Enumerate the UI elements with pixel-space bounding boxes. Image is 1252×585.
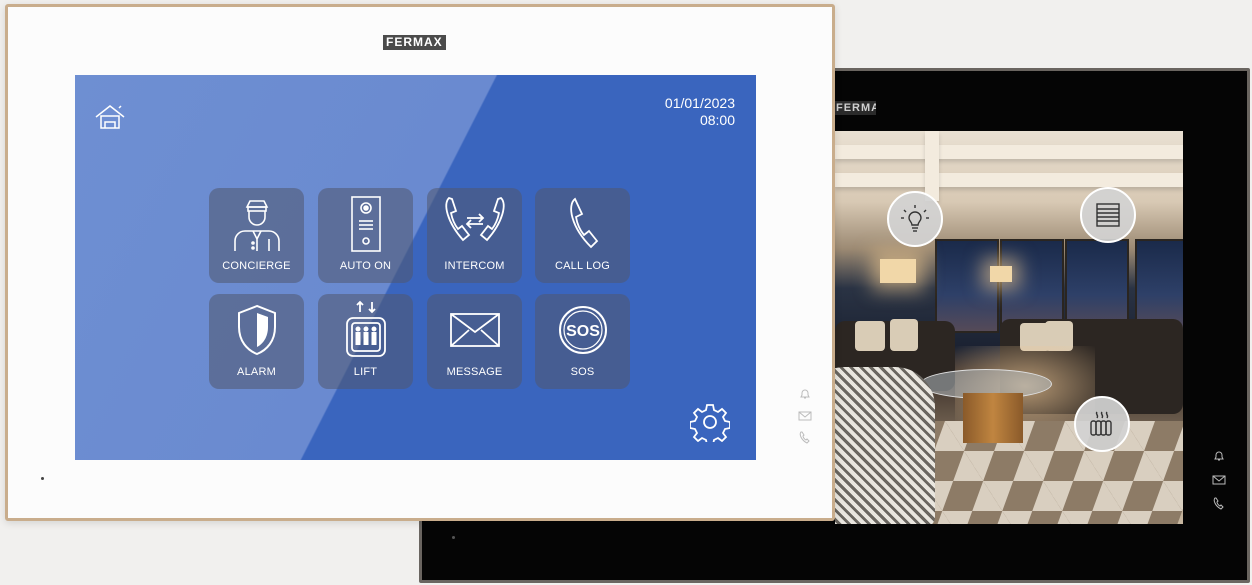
envelope-icon: [449, 313, 500, 347]
concierge-icon: [233, 200, 280, 251]
envelope-icon[interactable]: [1212, 473, 1226, 487]
ceiling-beam: [835, 145, 1183, 159]
pillow: [855, 321, 885, 351]
radiator-icon: [1090, 411, 1112, 436]
date-time-display: 01/01/2023 08:00: [665, 95, 735, 129]
pillow: [890, 319, 918, 351]
tile-auto-on[interactable]: AUTO ON: [318, 188, 413, 283]
tile-message[interactable]: MESSAGE: [427, 294, 522, 389]
tile-label: MESSAGE: [446, 366, 503, 378]
tile-lift[interactable]: LIFT: [318, 294, 413, 389]
ceiling-beam: [835, 173, 1183, 187]
screen-reflection: [75, 75, 756, 460]
black-side-buttons: [1212, 449, 1226, 511]
tile-alarm[interactable]: ALARM: [209, 294, 304, 389]
tile-call-log[interactable]: CALL LOG: [535, 188, 630, 283]
domotics-screen: [835, 131, 1183, 524]
light-bulb-icon: [901, 205, 929, 232]
blinds-control-button[interactable]: [1080, 187, 1136, 243]
svg-text:SOS: SOS: [566, 323, 600, 340]
door-panel-icon: [350, 196, 381, 252]
home-screen: 01/01/2023 08:00 CONCIERGE AUTO ON INTER…: [75, 75, 756, 460]
tile-label: ALARM: [237, 366, 276, 378]
phone-icon[interactable]: [798, 431, 812, 445]
white-side-buttons: [798, 387, 812, 445]
bell-icon[interactable]: [1212, 449, 1226, 463]
date-text: 01/01/2023: [664, 95, 735, 111]
tile-sos[interactable]: SOS SOS: [535, 294, 630, 389]
tile-label: CALL LOG: [555, 260, 610, 272]
brand-logo-front: FERMAX: [383, 35, 446, 50]
bell-icon[interactable]: [798, 387, 812, 401]
lamp: [990, 266, 1012, 282]
tile-label: AUTO ON: [339, 260, 392, 272]
heating-control-button[interactable]: [1074, 396, 1130, 452]
tile-label: LIFT: [353, 366, 378, 378]
tile-label: SOS: [570, 366, 595, 378]
ceiling-beam: [925, 131, 939, 201]
status-led: [452, 536, 455, 539]
lamp: [880, 259, 916, 283]
armchair: [835, 367, 935, 524]
time-text: 08:00: [699, 112, 735, 128]
tile-label: INTERCOM: [444, 260, 505, 272]
status-led: [41, 477, 44, 480]
home-icon[interactable]: [93, 103, 129, 138]
brand-logo-back: FERMAX: [832, 101, 876, 115]
window-pane: [935, 239, 999, 333]
lift-icon: [345, 300, 386, 357]
white-monitor: FERMAX 01/01/2023 08:00 CONCIERGE AUTO O…: [5, 4, 835, 521]
table-base: [963, 393, 1023, 443]
envelope-icon[interactable]: [798, 409, 812, 423]
intercom-icon: [445, 196, 504, 242]
shield-icon: [237, 304, 276, 356]
phone-icon[interactable]: [1212, 497, 1226, 511]
phone-icon: [569, 197, 598, 249]
tile-concierge[interactable]: CONCIERGE: [209, 188, 304, 283]
blinds-icon: [1096, 203, 1120, 227]
settings-gear-icon[interactable]: [689, 402, 731, 447]
light-control-button[interactable]: [887, 191, 943, 247]
sos-icon: SOS: [558, 306, 607, 354]
tile-intercom[interactable]: INTERCOM: [427, 188, 522, 283]
tile-label: CONCIERGE: [222, 260, 291, 272]
